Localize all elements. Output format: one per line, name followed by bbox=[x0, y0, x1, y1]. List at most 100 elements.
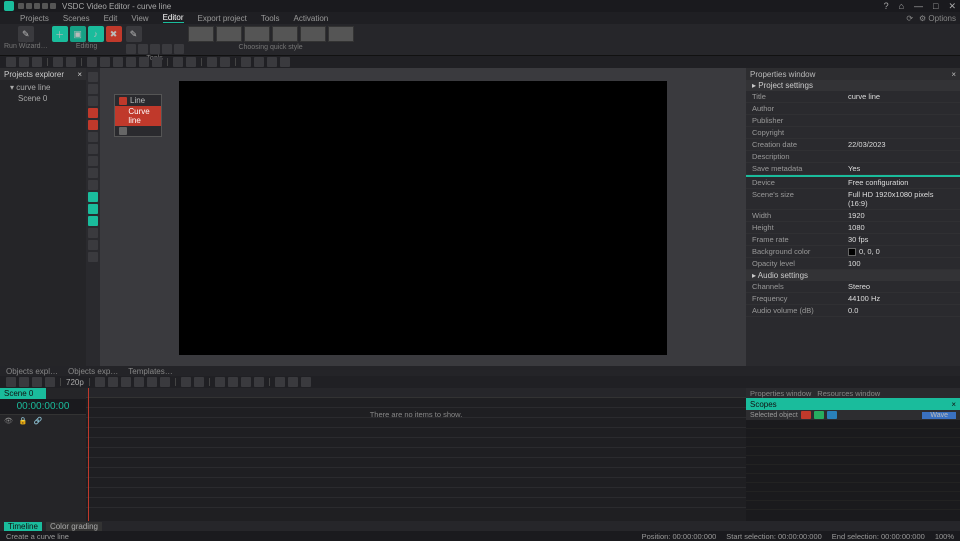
tool-ellipse-icon[interactable] bbox=[88, 144, 98, 154]
zoom-in-icon[interactable] bbox=[288, 377, 298, 387]
tool-cut-icon[interactable] bbox=[126, 44, 136, 54]
zoom-out-icon[interactable] bbox=[301, 377, 311, 387]
tool-curve-icon[interactable] bbox=[88, 120, 98, 130]
scope-mode-select[interactable]: Wave bbox=[922, 412, 956, 419]
tb-align-top-icon[interactable] bbox=[126, 57, 136, 67]
minimize-button[interactable]: — bbox=[914, 1, 923, 12]
tb-redo-icon[interactable] bbox=[66, 57, 76, 67]
tab-objects-exp[interactable]: Objects exp… bbox=[68, 367, 118, 376]
tree-scene[interactable]: Scene 0 bbox=[4, 93, 82, 104]
property-row[interactable]: Frequency44100 Hz bbox=[746, 293, 960, 305]
video-effects-icon[interactable]: ▣ bbox=[70, 26, 86, 42]
tool-text-icon[interactable] bbox=[88, 156, 98, 166]
tool-chart-icon[interactable] bbox=[88, 84, 98, 94]
project-settings-section[interactable]: ▸ Project settings bbox=[746, 80, 960, 91]
tool-redo-icon[interactable] bbox=[174, 44, 184, 54]
convert-icon[interactable]: ⟳ bbox=[906, 14, 913, 23]
property-row[interactable]: ChannelsStereo bbox=[746, 281, 960, 293]
property-row[interactable]: Scene's sizeFull HD 1920x1080 pixels (16… bbox=[746, 189, 960, 210]
crop-icon[interactable] bbox=[228, 377, 238, 387]
tb-copy-icon[interactable] bbox=[19, 57, 29, 67]
tool-counter-icon[interactable] bbox=[88, 180, 98, 190]
tb-align-bottom-icon[interactable] bbox=[152, 57, 162, 67]
tb-order-back-icon[interactable] bbox=[186, 57, 196, 67]
settings-icon[interactable] bbox=[45, 377, 55, 387]
tab-objects-expl[interactable]: Objects expl… bbox=[6, 367, 58, 376]
style-thumb-2[interactable] bbox=[216, 26, 242, 42]
property-row[interactable]: DeviceFree configuration bbox=[746, 177, 960, 189]
tb-cut-icon[interactable] bbox=[6, 57, 16, 67]
tool-mask-icon[interactable] bbox=[88, 240, 98, 250]
property-row[interactable]: Frame rate30 fps bbox=[746, 234, 960, 246]
play-icon[interactable] bbox=[121, 377, 131, 387]
tool-undo-icon[interactable] bbox=[162, 44, 172, 54]
add-object-icon[interactable]: ＋ bbox=[52, 26, 68, 42]
options-button[interactable]: ⚙ Options bbox=[919, 14, 956, 23]
tb-ungroup-icon[interactable] bbox=[220, 57, 230, 67]
tb-zoom-icon[interactable] bbox=[280, 57, 290, 67]
timeline-ruler[interactable] bbox=[86, 388, 746, 398]
menu-tools[interactable]: Tools bbox=[261, 14, 280, 23]
tool-paste-icon[interactable] bbox=[150, 44, 160, 54]
split-icon[interactable] bbox=[215, 377, 225, 387]
property-row[interactable]: Background color0, 0, 0 bbox=[746, 246, 960, 258]
tool-move-icon[interactable] bbox=[88, 252, 98, 262]
flyout-polyline[interactable] bbox=[115, 126, 161, 136]
close-button[interactable]: ✕ bbox=[948, 1, 956, 12]
scene-tab[interactable]: Scene 0 bbox=[0, 388, 46, 399]
marker-icon[interactable] bbox=[254, 377, 264, 387]
status-zoom[interactable]: 100% bbox=[935, 532, 954, 541]
property-row[interactable]: Titlecurve line bbox=[746, 91, 960, 103]
audio-settings-section[interactable]: ▸ Audio settings bbox=[746, 270, 960, 281]
menu-activation[interactable]: Activation bbox=[294, 14, 329, 23]
tab-color-grading[interactable]: Color grading bbox=[46, 522, 102, 531]
tool-animation-icon[interactable] bbox=[88, 228, 98, 238]
property-row[interactable]: Creation date22/03/2023 bbox=[746, 139, 960, 151]
menu-edit[interactable]: Edit bbox=[104, 14, 118, 23]
help-icon[interactable]: ? bbox=[884, 1, 889, 12]
tool-pointer-icon[interactable] bbox=[88, 72, 98, 82]
goto-end-icon[interactable] bbox=[160, 377, 170, 387]
wizard-icon[interactable]: ✎ bbox=[18, 26, 34, 42]
tab-templates[interactable]: Templates… bbox=[128, 367, 172, 376]
property-row[interactable]: Opacity level100 bbox=[746, 258, 960, 270]
scope-red-icon[interactable] bbox=[801, 411, 811, 419]
style-thumb-6[interactable] bbox=[328, 26, 354, 42]
tb-order-front-icon[interactable] bbox=[173, 57, 183, 67]
remove-track-icon[interactable] bbox=[19, 377, 29, 387]
style-thumb-5[interactable] bbox=[300, 26, 326, 42]
menu-view[interactable]: View bbox=[131, 14, 148, 23]
tb-paste-icon[interactable] bbox=[32, 57, 42, 67]
tool-audio-icon[interactable] bbox=[88, 192, 98, 202]
playhead[interactable] bbox=[88, 388, 89, 521]
resolution-select[interactable]: 720p bbox=[66, 378, 84, 387]
property-row[interactable]: Description bbox=[746, 151, 960, 163]
flyout-line[interactable]: Line bbox=[115, 95, 161, 106]
style-thumb-3[interactable] bbox=[244, 26, 270, 42]
property-row[interactable]: Width1920 bbox=[746, 210, 960, 222]
prev-frame-icon[interactable] bbox=[108, 377, 118, 387]
timeline-tracks[interactable]: There are no items to show. bbox=[86, 388, 746, 521]
menu-editor[interactable]: Editor bbox=[163, 13, 184, 23]
next-frame-icon[interactable] bbox=[147, 377, 157, 387]
quick-access-icons[interactable] bbox=[18, 3, 56, 9]
tb-align-left-icon[interactable] bbox=[87, 57, 97, 67]
tool-copy-icon[interactable] bbox=[138, 44, 148, 54]
menu-scenes[interactable]: Scenes bbox=[63, 14, 90, 23]
home-icon[interactable]: ⌂ bbox=[899, 1, 904, 12]
track-lock-icon[interactable]: 🔒 bbox=[19, 417, 28, 425]
speed-icon[interactable] bbox=[241, 377, 251, 387]
property-row[interactable]: Save metadataYes bbox=[746, 163, 960, 175]
audio-effects-icon[interactable]: ♪ bbox=[88, 26, 104, 42]
flyout-curve-line[interactable]: Curve line bbox=[115, 106, 161, 126]
snap-toggle-icon[interactable] bbox=[275, 377, 285, 387]
style-thumb-4[interactable] bbox=[272, 26, 298, 42]
tb-grid-icon[interactable] bbox=[254, 57, 264, 67]
style-thumb-1[interactable] bbox=[188, 26, 214, 42]
scopes-close-icon[interactable]: × bbox=[951, 400, 956, 409]
tool-tooltip-icon[interactable] bbox=[88, 168, 98, 178]
maximize-button[interactable]: □ bbox=[933, 1, 938, 12]
record-icon[interactable] bbox=[32, 377, 42, 387]
tab-timeline[interactable]: Timeline bbox=[4, 522, 42, 531]
scope-blue-icon[interactable] bbox=[827, 411, 837, 419]
